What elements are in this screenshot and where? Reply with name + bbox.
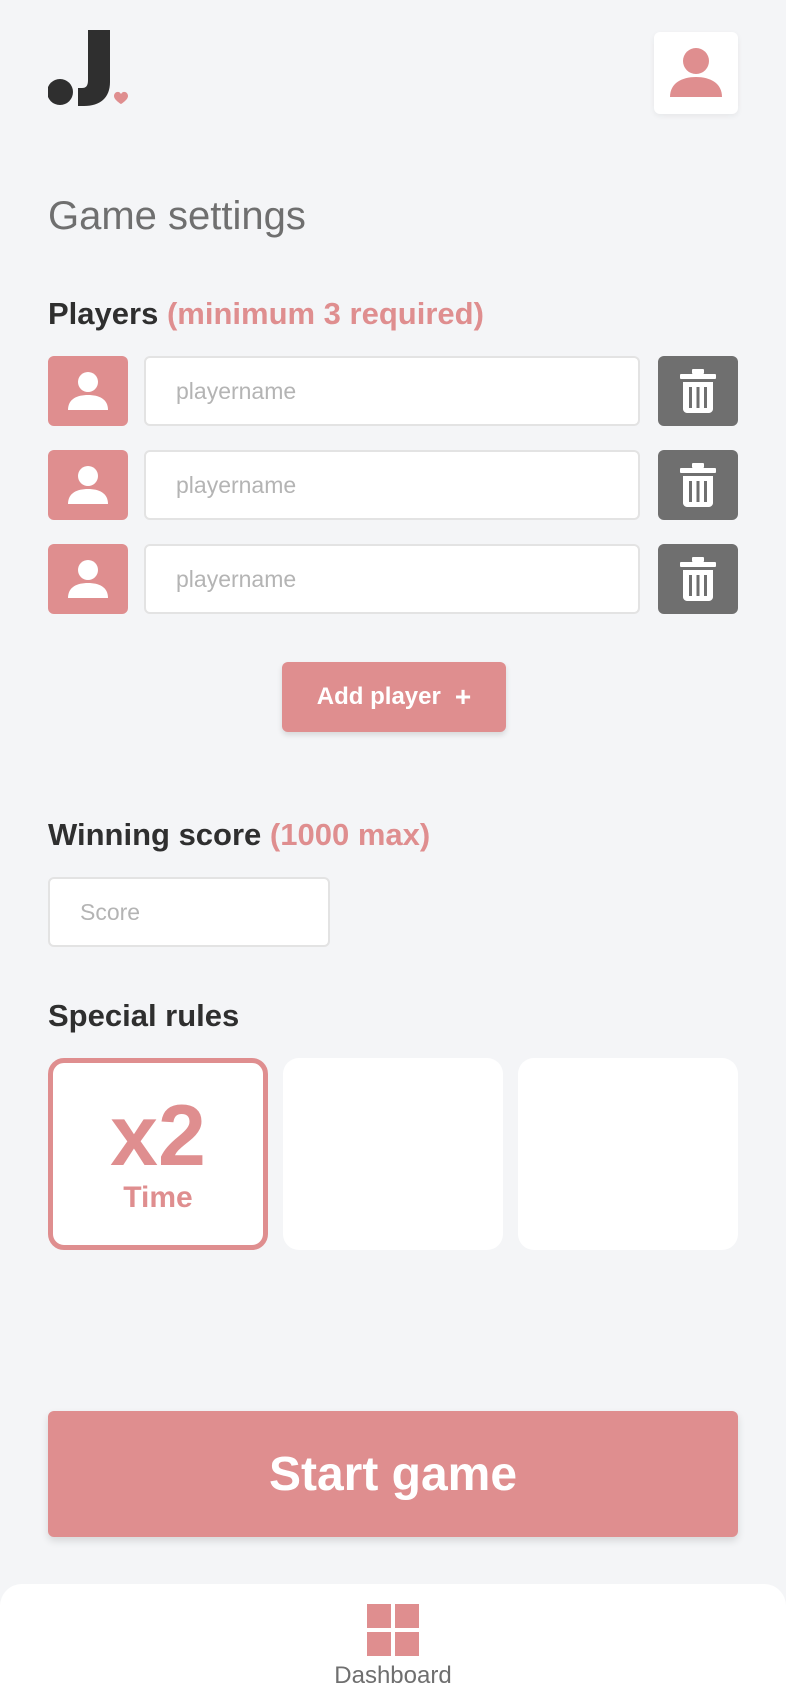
player-name-input[interactable]	[144, 356, 640, 426]
trash-icon	[680, 463, 716, 507]
player-avatar	[48, 356, 128, 426]
page-title: Game settings	[48, 194, 306, 238]
player-name-input[interactable]	[144, 450, 640, 520]
player-list	[48, 356, 738, 638]
start-game-button[interactable]: Start game	[48, 1411, 738, 1537]
rule-multiplier: x2	[110, 1088, 206, 1184]
rule-card-empty[interactable]	[283, 1058, 503, 1250]
player-name-input[interactable]	[144, 544, 640, 614]
plus-icon: +	[454, 681, 472, 712]
delete-player-button[interactable]	[658, 450, 738, 520]
user-icon	[68, 560, 108, 598]
players-heading-label: Players	[48, 296, 159, 331]
user-icon	[670, 48, 722, 97]
add-player-button[interactable]: Add player +	[282, 662, 506, 732]
rule-card-time-x2[interactable]: x2 Time	[48, 1058, 268, 1250]
user-icon	[68, 466, 108, 504]
player-row	[48, 356, 738, 426]
players-heading: Players (minimum 3 required)	[48, 295, 484, 332]
trash-icon	[680, 369, 716, 413]
rule-label: Time	[123, 1181, 193, 1214]
app-logo[interactable]	[47, 30, 132, 116]
player-avatar	[48, 544, 128, 614]
trash-icon	[680, 557, 716, 601]
player-row	[48, 450, 738, 520]
winning-score-label: Winning score	[48, 817, 262, 852]
delete-player-button[interactable]	[658, 544, 738, 614]
nav-item-label: Dashboard	[334, 1662, 452, 1689]
special-rules-list: x2 Time	[48, 1058, 738, 1250]
special-rules-heading: Special rules	[48, 998, 240, 1033]
bottom-nav: Dashboard	[0, 1584, 786, 1704]
rule-card-empty[interactable]	[518, 1058, 738, 1250]
score-input[interactable]	[48, 877, 330, 947]
delete-player-button[interactable]	[658, 356, 738, 426]
logo-mark-icon	[47, 30, 128, 106]
winning-score-note: (1000 max)	[269, 817, 431, 852]
profile-button[interactable]	[654, 32, 738, 114]
dashboard-icon	[367, 1604, 419, 1656]
user-icon	[68, 372, 108, 410]
game-settings-page: Game settings Players (minimum 3 require…	[0, 0, 786, 1704]
add-player-label: Add player	[316, 683, 441, 710]
player-row	[48, 544, 738, 614]
nav-item-dashboard[interactable]: Dashboard	[0, 1604, 786, 1690]
winning-score-heading: Winning score (1000 max)	[48, 816, 430, 853]
player-avatar	[48, 450, 128, 520]
players-heading-note: (minimum 3 required)	[166, 296, 484, 331]
